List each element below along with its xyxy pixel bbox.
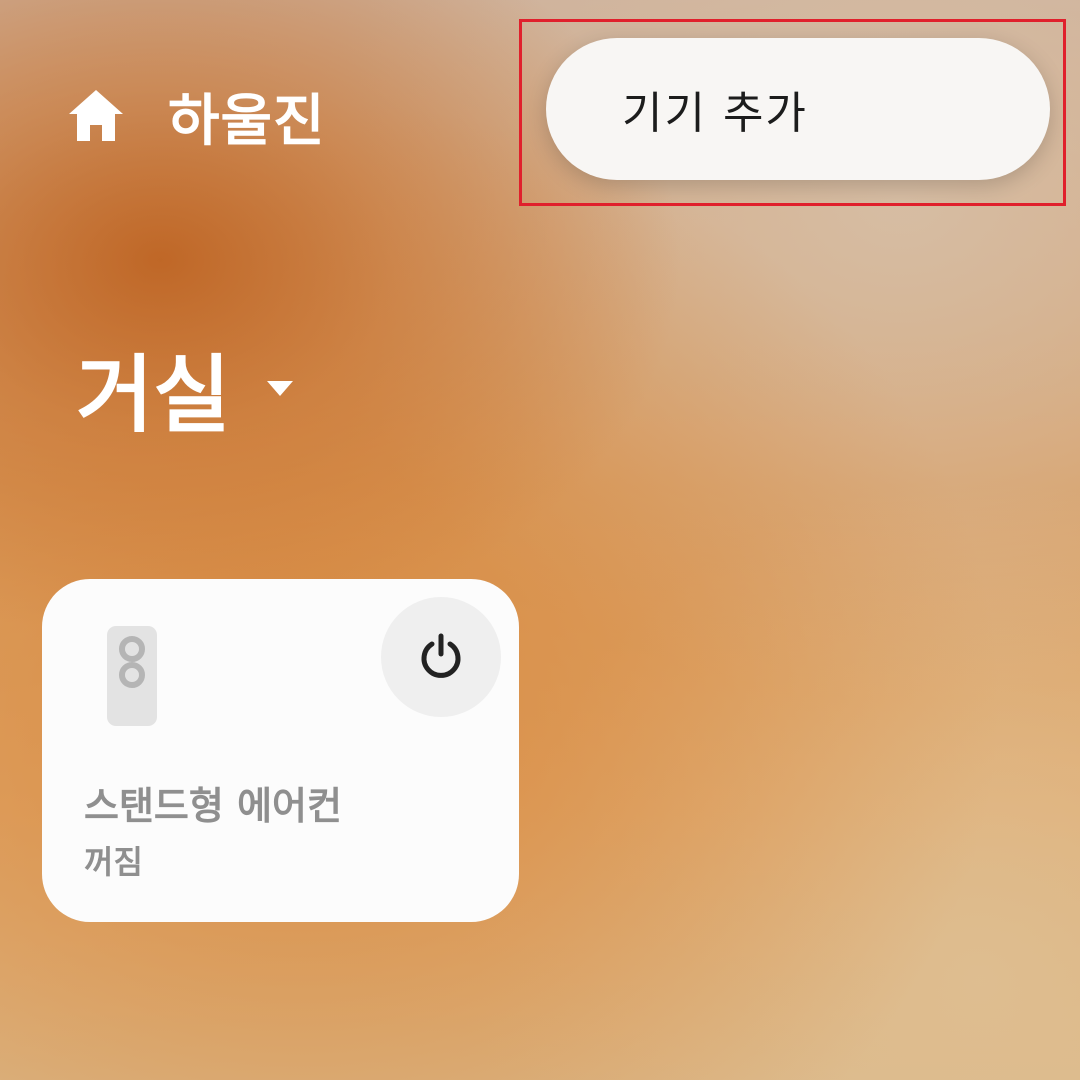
device-card[interactable]: 스탠드형 에어컨 꺼짐 bbox=[42, 579, 519, 922]
standing-air-conditioner-icon bbox=[106, 625, 158, 727]
device-name: 스탠드형 에어컨 bbox=[84, 784, 342, 828]
room-title: 거실 bbox=[76, 345, 231, 444]
power-icon bbox=[417, 631, 465, 683]
caret-down-icon bbox=[266, 380, 293, 396]
power-button[interactable] bbox=[381, 597, 501, 717]
home-name: 하울진 bbox=[168, 88, 326, 154]
home-selector[interactable]: 하울진 bbox=[66, 80, 326, 154]
overflow-popup-menu: 기기 추가 bbox=[546, 38, 1050, 180]
room-selector[interactable]: 거실 bbox=[76, 338, 293, 444]
device-status: 꺼짐 bbox=[84, 843, 143, 881]
home-icon bbox=[66, 86, 126, 146]
add-device-menu-item[interactable]: 기기 추가 bbox=[622, 38, 808, 180]
